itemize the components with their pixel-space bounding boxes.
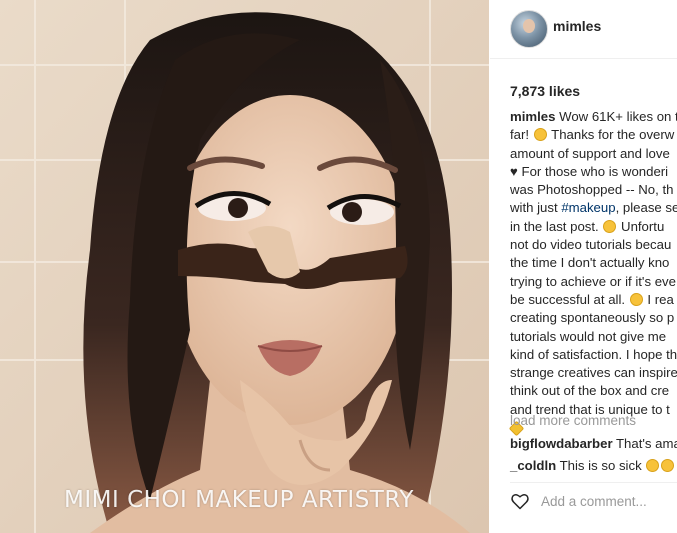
black-heart-icon: ♥: [510, 163, 518, 179]
comment-text: That's ama: [612, 436, 677, 451]
caption-text: far!: [510, 127, 530, 143]
comment-divider: [510, 482, 677, 483]
likes-count[interactable]: 7,873 likes: [510, 83, 580, 99]
comment-item: bigflowdabarber That's ama: [510, 436, 677, 451]
heart-outline-icon[interactable]: [510, 491, 530, 511]
caption-text: strange creatives can inspire: [510, 365, 677, 381]
caption-text: I rea: [643, 291, 674, 307]
caption-text: Unfortu: [617, 218, 665, 234]
caption-text: Thanks for the overw: [547, 127, 675, 143]
comment-item: _coldln This is so sick: [510, 458, 675, 473]
load-more-comments-link[interactable]: load more comments: [510, 413, 636, 428]
post-photo[interactable]: MIMI CHOI MAKEUP ARTISTRY: [0, 0, 489, 533]
caption-username[interactable]: mimles: [510, 109, 555, 124]
caption-text: was Photoshopped -- No, th: [510, 182, 674, 198]
caption-text: with just: [510, 200, 562, 216]
caption-text: creating spontaneously so p: [510, 310, 675, 326]
add-comment-input[interactable]: Add a comment...: [541, 494, 647, 509]
caption-text: kind of satisfaction. I hope th: [510, 346, 677, 362]
caption-text: Wow 61K+ likes on t: [555, 109, 677, 124]
caption-text: amount of support and love: [510, 145, 670, 161]
caption-text: think out of the box and cre: [510, 383, 670, 399]
flushed-emoji-icon: [533, 128, 547, 142]
avatar[interactable]: [510, 10, 548, 48]
caption-text: , please se: [615, 200, 677, 216]
scream-emoji-icon: [661, 459, 675, 472]
caption-text: in the last post.: [510, 218, 599, 234]
caption-text: the time I don't actually kno: [510, 255, 670, 271]
grin-sweat-emoji-icon: [629, 292, 643, 306]
post-username[interactable]: mimles: [553, 18, 601, 34]
scream-emoji-icon: [646, 459, 660, 472]
photo-watermark: MIMI CHOI MAKEUP ARTISTRY: [64, 487, 414, 513]
caption-text: tutorials would not give me: [510, 328, 667, 344]
hashtag-makeup[interactable]: #makeup: [561, 200, 615, 215]
smile-emoji-icon: [603, 219, 617, 233]
caption-text: For those who is wonderi: [517, 163, 669, 179]
caption-text: be successful at all.: [510, 291, 626, 307]
post-header: mimles: [490, 0, 677, 59]
comment-username[interactable]: bigflowdabarber: [510, 436, 613, 451]
caption-text: trying to achieve or if it's eve: [510, 273, 676, 289]
post-caption: mimles Wow 61K+ likes on t far! Thanks f…: [508, 108, 677, 437]
comment-username[interactable]: _coldln: [510, 458, 556, 473]
post-sidebar: mimles 7,873 likes mimles Wow 61K+ likes…: [490, 0, 677, 533]
portrait-illustration: [0, 0, 489, 533]
caption-text: not do video tutorials becau: [510, 237, 672, 253]
comment-text: This is so sick: [556, 458, 646, 473]
